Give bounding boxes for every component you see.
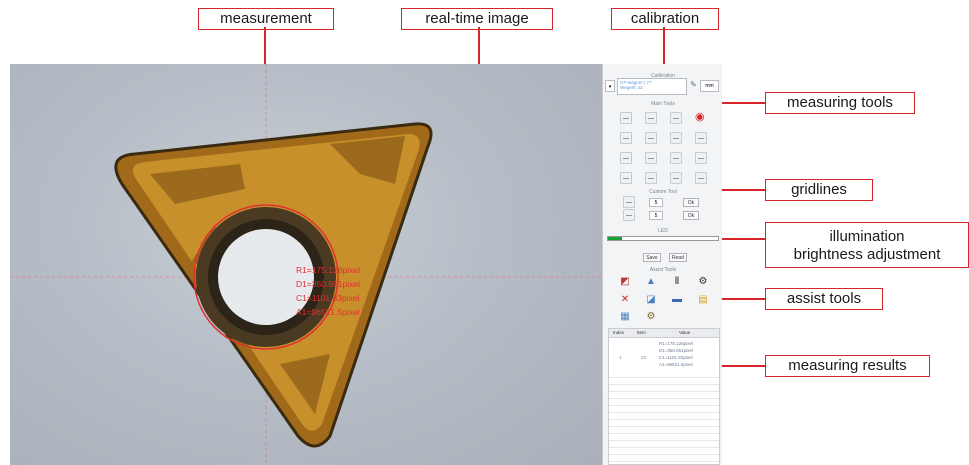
led-title: LED — [658, 228, 668, 234]
led-slider-fill — [608, 237, 622, 240]
color-palette-icon[interactable]: ◩ — [619, 276, 631, 288]
header-item: Item — [637, 330, 646, 335]
callout-realtime-image: real-time image — [401, 8, 553, 30]
result-value-1: R1=175.126pixel — [659, 341, 693, 346]
callout-gridlines: gridlines — [765, 179, 873, 201]
triangle-icon[interactable]: ▲ — [645, 276, 657, 288]
tool-circle[interactable] — [645, 152, 657, 164]
tool-rectangle[interactable] — [695, 132, 707, 144]
gridline-spin-2[interactable]: 5 — [649, 211, 663, 220]
result-value-2: D1=350.651pixel — [659, 348, 693, 353]
callout-calibration: calibration — [611, 8, 719, 30]
tool-line[interactable] — [620, 112, 632, 124]
image-icon[interactable]: ▬ — [671, 294, 683, 306]
tool-parallel[interactable] — [620, 132, 632, 144]
tool-vertical[interactable] — [670, 112, 682, 124]
result-item: Cir — [641, 355, 647, 360]
pause-icon[interactable]: Ⅱ — [671, 276, 683, 288]
close-icon[interactable]: ✕ — [619, 294, 631, 306]
tool-ellipse[interactable] — [695, 152, 707, 164]
tool-horizontal[interactable] — [645, 112, 657, 124]
calibration-info: GT-MagnG-(.77 Wegehl: 22 — [617, 78, 687, 95]
folder-icon[interactable]: ▤ — [697, 294, 709, 306]
tool-angle[interactable] — [670, 132, 682, 144]
overlay-area: A1=96521.5pixel — [296, 307, 360, 317]
eye-icon[interactable]: ◉ — [695, 110, 705, 123]
calibration-text-2: Wegehl: 22 — [620, 85, 643, 90]
gridline-vertical-icon[interactable] — [623, 209, 635, 221]
callout-measurement: measurement — [198, 8, 334, 30]
gridline-horizontal-icon[interactable] — [623, 196, 635, 208]
control-panel: Calibration ▾ GT-MagnG-(.77 Wegehl: 22 ✎… — [602, 64, 722, 465]
gridline-spin-1[interactable]: 5 — [649, 198, 663, 207]
grid-image-icon[interactable]: ▦ — [619, 311, 631, 323]
results-header: Index Item Value — [609, 329, 719, 338]
tool-perpendicular[interactable] — [645, 132, 657, 144]
overlay-diameter: D1=350.651pixel — [296, 279, 361, 289]
read-button[interactable]: Read — [669, 253, 687, 262]
result-index: 1 — [619, 355, 622, 360]
gridline-ok-2[interactable]: Ok — [683, 211, 699, 220]
tool-concentric[interactable] — [670, 152, 682, 164]
realtime-image-view[interactable]: R1=175.126pixel D1=350.651pixel C1=1101.… — [10, 64, 602, 465]
callout-illumination-line2: brightness adjustment — [793, 246, 941, 263]
crop-icon[interactable]: ◪ — [645, 294, 657, 306]
tool-arc[interactable] — [620, 152, 632, 164]
callout-measuring-results: measuring results — [765, 355, 930, 377]
results-rows — [609, 371, 719, 463]
save-button[interactable]: Save — [643, 253, 661, 262]
gear-icon[interactable]: ⚙ — [697, 276, 709, 288]
tool-point[interactable] — [620, 172, 632, 184]
callout-measuring-tools: measuring tools — [765, 92, 915, 114]
header-index: Index — [613, 330, 625, 335]
calibration-dropdown[interactable]: ▾ — [605, 80, 615, 92]
callout-illumination: illumination brightness adjustment — [765, 222, 969, 268]
main-tools-title: Main Tools — [651, 101, 675, 107]
pencil-icon[interactable]: ✎ — [690, 80, 697, 89]
results-table: Index Item Value 1 Cir R1=175.126pixel D… — [608, 328, 720, 465]
header-value: Value — [679, 330, 691, 335]
tool-distance[interactable] — [670, 172, 682, 184]
result-value-3: C1=1101.83pixel — [659, 355, 693, 360]
tool-polygon[interactable] — [645, 172, 657, 184]
unit-select[interactable]: mm — [700, 80, 719, 92]
result-value-4: A1=96521.5pixel — [659, 362, 693, 367]
tool-multi[interactable] — [695, 172, 707, 184]
assist-tools-title: Assist Tools — [649, 267, 677, 273]
callout-assist-tools: assist tools — [765, 288, 883, 310]
overlay-radius: R1=175.126pixel — [296, 265, 361, 275]
callout-illumination-line1: illumination — [829, 228, 905, 245]
custom-tool-title: Custom Tool — [649, 189, 677, 195]
led-slider-track[interactable] — [607, 236, 719, 241]
tool-icon[interactable]: ⚙ — [645, 311, 657, 323]
overlay-circumference: C1=1101.83pixel — [296, 293, 360, 303]
gridline-ok-1[interactable]: Ok — [683, 198, 699, 207]
